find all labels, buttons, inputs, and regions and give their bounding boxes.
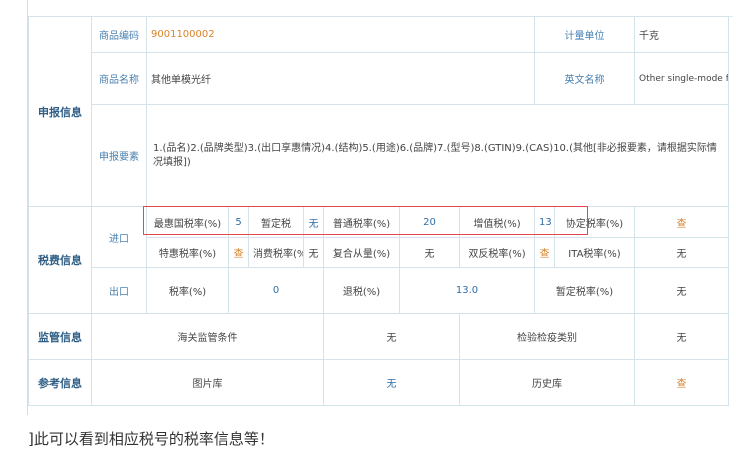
code-value: 9001100002 — [146, 16, 535, 53]
anti-dumping-rate-label: 双反税率(%) — [459, 237, 535, 268]
history-library-label: 历史库 — [459, 359, 635, 406]
customs-condition-label: 海关监管条件 — [91, 313, 324, 360]
row-export: 出口 税率(%) 0 退税(%) 13.0 暂定税率(%) 无 — [29, 267, 729, 314]
export-rate-value: 0 — [228, 267, 324, 314]
import-label: 进口 — [91, 206, 147, 268]
hs-code-info-panel: 申报信息 商品编码 9001100002 计量单位 千克 商品名称 其他单模光纤… — [27, 0, 733, 415]
provisional-tax-value: 无 — [303, 206, 324, 238]
export-provisional-label: 暂定税率(%) — [534, 267, 635, 314]
row-import-1: 税费信息 进口 最惠国税率(%) 5 暂定税 无 普通税率(%) 20 增值税(… — [28, 206, 729, 314]
image-library-value: 无 — [323, 359, 460, 406]
image-library-label: 图片库 — [91, 359, 324, 406]
section-tax: 税费信息 — [28, 206, 92, 314]
section-supervision: 监管信息 — [28, 313, 92, 360]
general-rate-label: 普通税率(%) — [323, 206, 400, 238]
row-reference: 参考信息 图片库 无 历史库 查 — [28, 359, 729, 406]
ita-rate-value: 无 — [634, 237, 729, 268]
row-name: 商品名称 其他单模光纤 英文名称 Other single-mode fiber… — [29, 52, 729, 105]
elements-value: 1.(品名)2.(品牌类型)3.(出口享惠情况)4.(结构)5.(用途)6.(品… — [146, 104, 729, 207]
ita-rate-label: ITA税率(%) — [554, 237, 635, 268]
name-label: 商品名称 — [91, 52, 147, 105]
en-name-label: 英文名称 — [534, 52, 635, 105]
vat-label: 增值税(%) — [459, 206, 535, 238]
history-library-query-link[interactable]: 查 — [634, 359, 729, 406]
tax-refund-label: 退税(%) — [323, 267, 400, 314]
code-label: 商品编码 — [91, 16, 147, 53]
compound-rate-label: 复合从量(%) — [323, 237, 400, 268]
unit-value: 千克 — [634, 16, 729, 53]
preferential-rate-query-link[interactable]: 查 — [228, 237, 249, 268]
agreement-rate-query-link[interactable]: 查 — [634, 206, 729, 238]
inspection-category-label: 检验检疫类别 — [459, 313, 635, 360]
consumption-tax-label: 消费税率(%) — [248, 237, 304, 268]
preferential-rate-label: 特惠税率(%) — [146, 237, 229, 268]
general-rate-value: 20 — [399, 206, 460, 238]
agreement-rate-label: 协定税率(%) — [554, 206, 635, 238]
row-code: 申报信息 商品编码 9001100002 计量单位 千克 — [28, 16, 729, 207]
name-value: 其他单模光纤 — [146, 52, 535, 105]
provisional-tax-label: 暂定税 — [248, 206, 304, 238]
inspection-category-value: 无 — [634, 313, 729, 360]
customs-condition-value: 无 — [323, 313, 460, 360]
compound-rate-value: 无 — [399, 237, 460, 268]
caption-text: ]此可以看到相应税号的税率信息等！ — [28, 430, 274, 448]
tax-refund-value: 13.0 — [399, 267, 535, 314]
section-reference: 参考信息 — [28, 359, 92, 406]
mfn-rate-value: 5 — [228, 206, 249, 238]
elements-label: 申报要素 — [91, 104, 147, 207]
unit-label: 计量单位 — [534, 16, 635, 53]
hs-code-table: 申报信息 商品编码 9001100002 计量单位 千克 商品名称 其他单模光纤… — [28, 16, 729, 406]
vat-value: 13 — [534, 206, 555, 238]
row-elements: 申报要素 1.(品名)2.(品牌类型)3.(出口享惠情况)4.(结构)5.(用途… — [29, 104, 729, 207]
anti-dumping-query-link[interactable]: 查 — [534, 237, 555, 268]
en-name-value: Other single-mode fibers — [634, 52, 729, 105]
export-label: 出口 — [91, 267, 147, 314]
export-provisional-value: 无 — [634, 267, 729, 314]
row-supervision: 监管信息 海关监管条件 无 检验检疫类别 无 — [28, 313, 729, 360]
mfn-rate-label: 最惠国税率(%) — [146, 206, 229, 238]
export-rate-label: 税率(%) — [146, 267, 229, 314]
section-declare: 申报信息 — [28, 16, 92, 207]
consumption-tax-value: 无 — [303, 237, 324, 268]
